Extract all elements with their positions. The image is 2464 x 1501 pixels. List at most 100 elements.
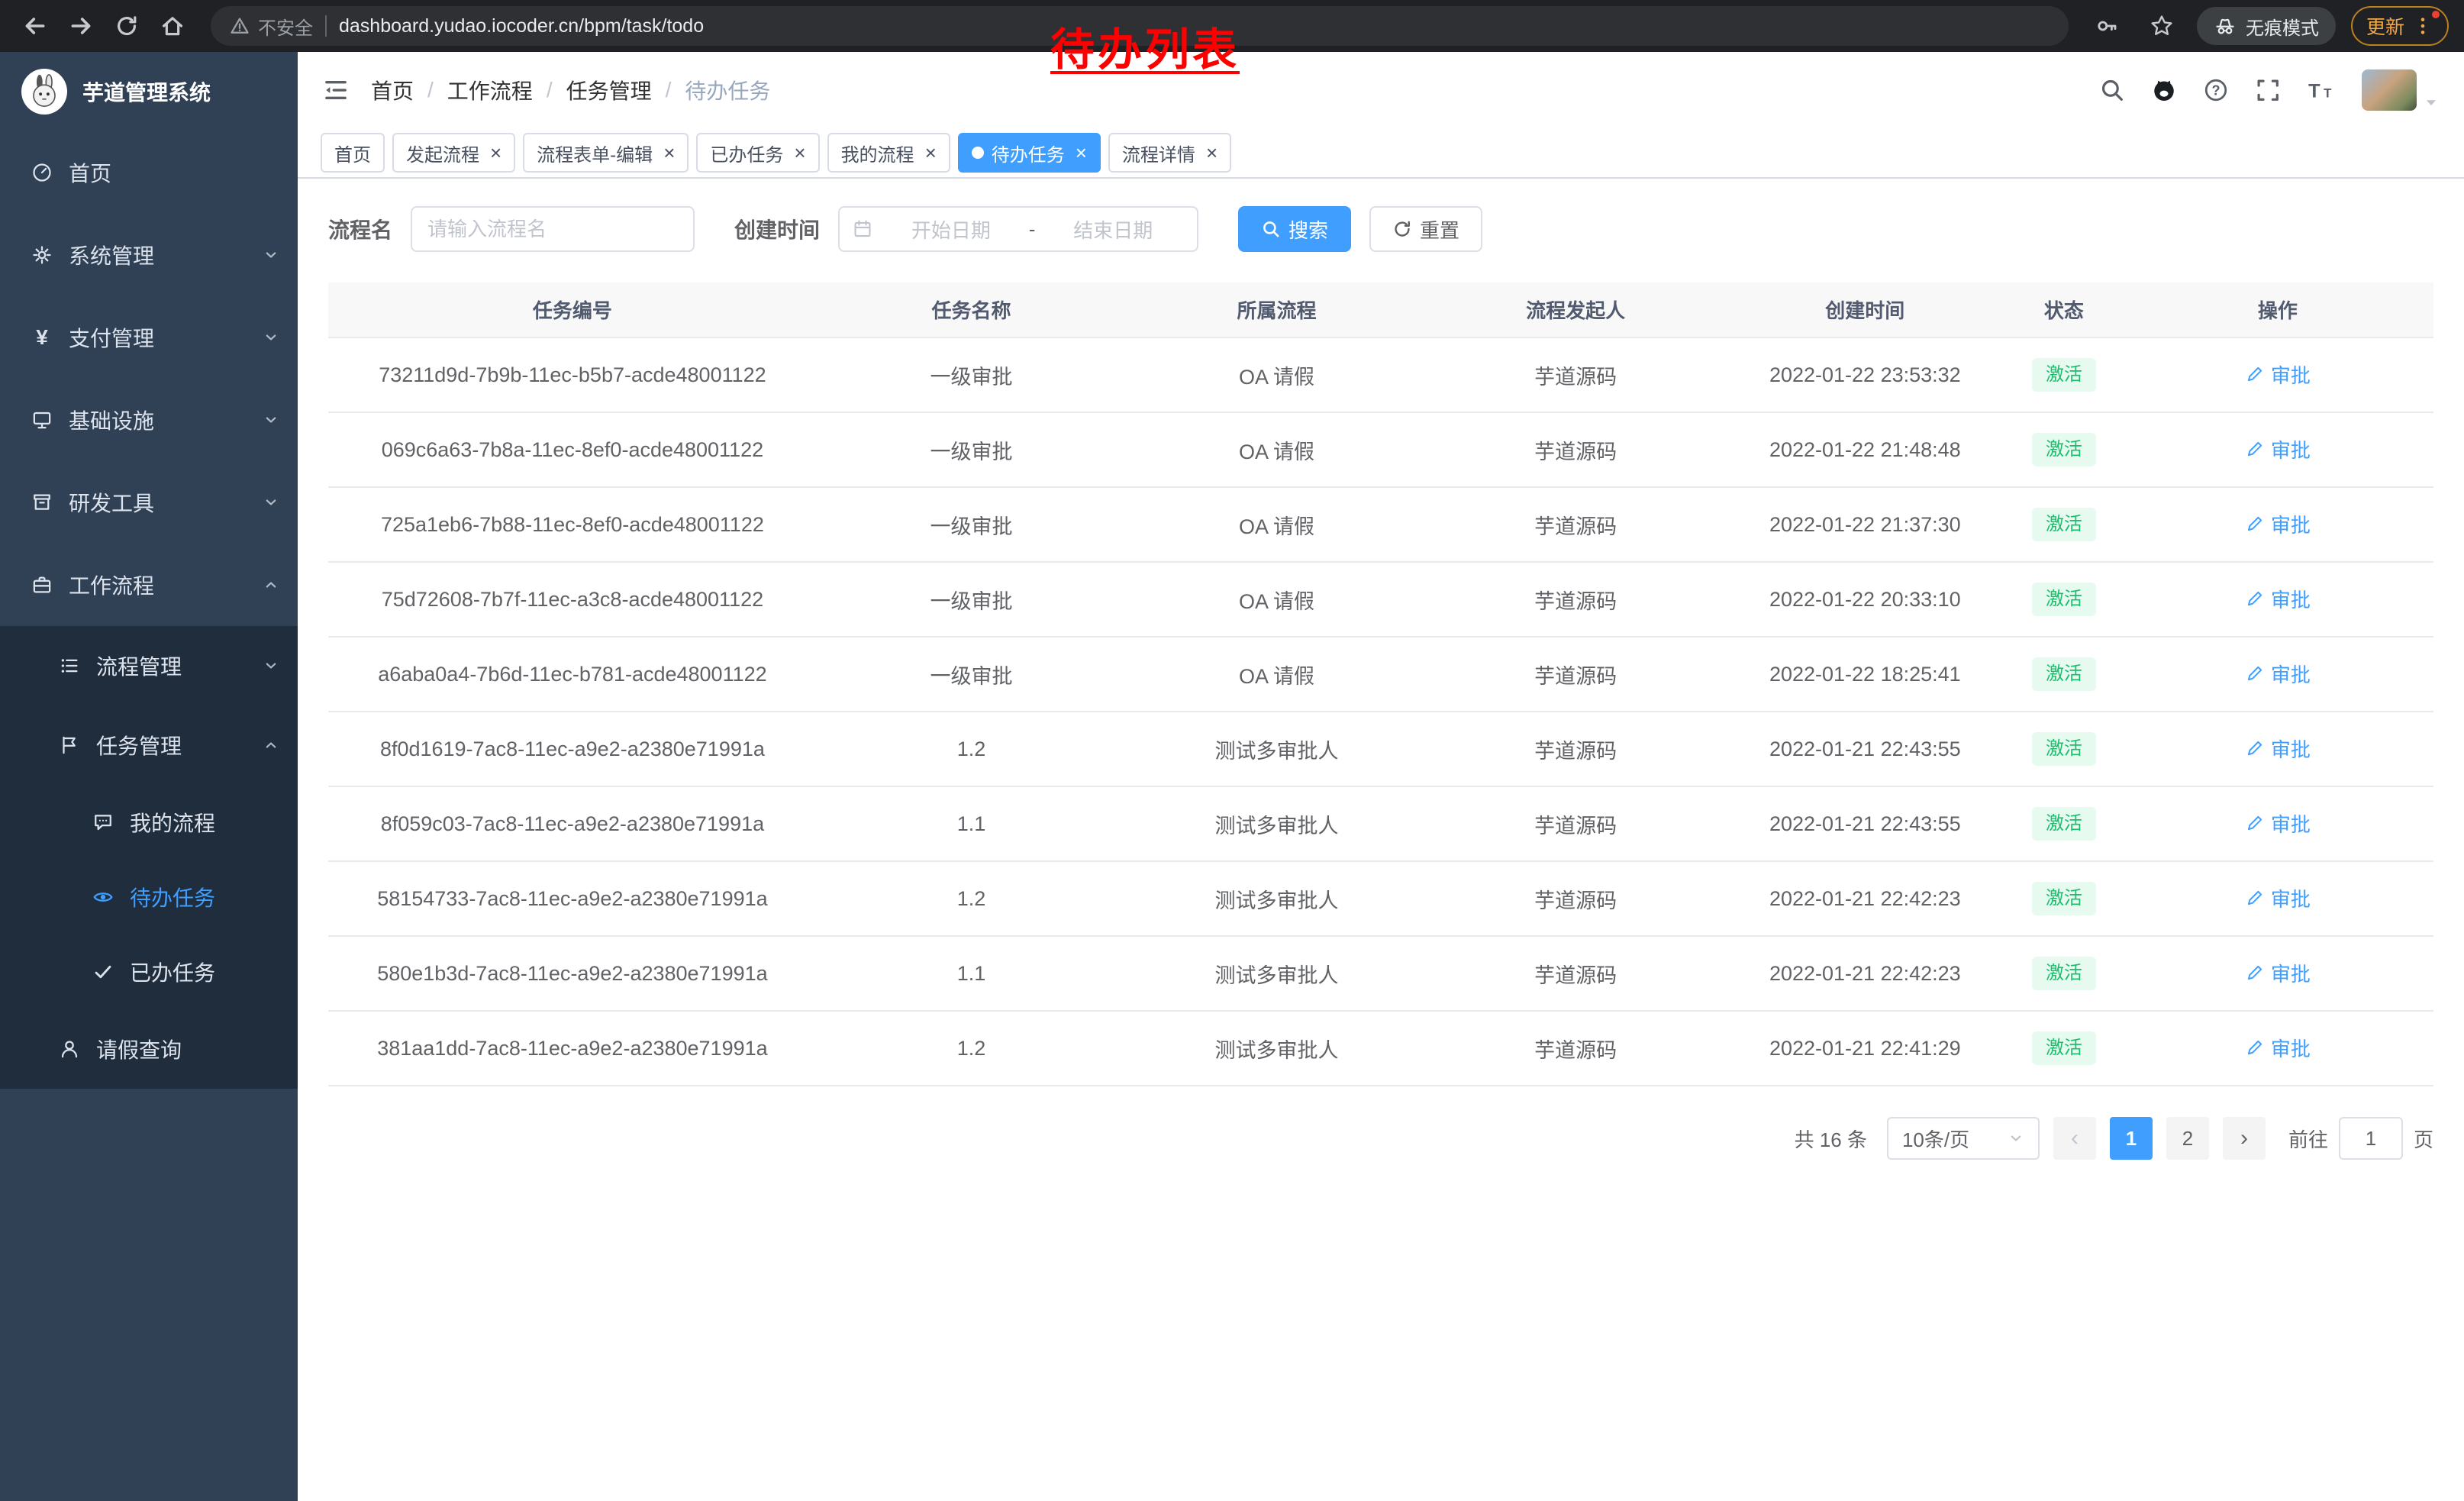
- approve-link[interactable]: 审批: [2245, 360, 2311, 389]
- tab-label: 首页: [334, 140, 371, 166]
- sidebar-item-label: 研发工具: [69, 487, 247, 518]
- approve-link[interactable]: 审批: [2245, 734, 2311, 763]
- approve-link[interactable]: 审批: [2245, 809, 2311, 838]
- search-button[interactable]: 搜索: [1238, 206, 1351, 252]
- home-button[interactable]: [153, 6, 192, 46]
- next-page-button[interactable]: ›: [2223, 1117, 2266, 1160]
- breadcrumb-separator: /: [666, 78, 672, 102]
- close-icon[interactable]: ×: [1206, 143, 1217, 163]
- create-time-label: 创建时间: [734, 214, 820, 244]
- header-search-button[interactable]: [2099, 77, 2125, 103]
- fullscreen-button[interactable]: [2255, 77, 2281, 103]
- fullscreen-icon: [2255, 77, 2281, 103]
- github-button[interactable]: [2151, 77, 2177, 103]
- approve-link[interactable]: 审批: [2245, 585, 2311, 613]
- cell-status: 激活: [2006, 861, 2122, 936]
- sidebar-item-pay[interactable]: ¥ 支付管理: [0, 296, 298, 379]
- table-header-row: 任务编号 任务名称 所属流程 流程发起人 创建时间 状态 操作: [328, 282, 2433, 337]
- edit-icon: [2245, 589, 2265, 608]
- date-range-picker[interactable]: 开始日期 - 结束日期: [838, 206, 1198, 252]
- password-key-button[interactable]: [2087, 6, 2127, 46]
- sidebar-item-label: 任务管理: [96, 730, 247, 760]
- sidebar-item-process-management[interactable]: 流程管理: [0, 626, 298, 705]
- process-name-input[interactable]: [411, 206, 695, 252]
- cell-task-id: 75d72608-7b7f-11ec-a3c8-acde48001122: [328, 562, 817, 637]
- sidebar-item-done-tasks[interactable]: 已办任务: [0, 934, 298, 1009]
- sidebar-menu: 首页 系统管理 ¥ 支付管理 基础设施: [0, 131, 298, 1089]
- reset-button[interactable]: 重置: [1369, 206, 1482, 252]
- chevron-up-icon: [263, 737, 279, 754]
- cell-initiator: 芋道源码: [1427, 637, 1724, 712]
- close-icon[interactable]: ×: [794, 143, 805, 163]
- sidebar-item-label: 首页: [69, 157, 279, 188]
- page-button-2[interactable]: 2: [2166, 1117, 2209, 1160]
- font-size-button[interactable]: TT: [2307, 77, 2336, 103]
- update-button[interactable]: 更新: [2351, 6, 2449, 46]
- status-badge: 激活: [2032, 583, 2096, 615]
- table-row: 58154733-7ac8-11ec-a9e2-a2380e71991a 1.2…: [328, 861, 2433, 936]
- sidebar-collapse-button[interactable]: [322, 76, 350, 104]
- update-label: 更新: [2366, 12, 2404, 40]
- security-indicator[interactable]: 不安全: [229, 13, 313, 40]
- pagination: 共 16 条 10条/页 ‹ 1 2 › 前往 页: [328, 1117, 2433, 1160]
- breadcrumb-home[interactable]: 首页: [371, 75, 414, 105]
- breadcrumb-task-management[interactable]: 任务管理: [566, 75, 652, 105]
- bookmark-star-button[interactable]: [2142, 6, 2182, 46]
- page-size-select[interactable]: 10条/页: [1887, 1117, 2040, 1160]
- forward-button[interactable]: [61, 6, 101, 46]
- cell-task-id: 580e1b3d-7ac8-11ec-a9e2-a2380e71991a: [328, 936, 817, 1011]
- sidebar-item-my-process[interactable]: 我的流程: [0, 785, 298, 860]
- breadcrumb-workflow[interactable]: 工作流程: [447, 75, 533, 105]
- tab-home[interactable]: 首页: [321, 133, 385, 173]
- approve-link[interactable]: 审批: [2245, 959, 2311, 987]
- close-icon[interactable]: ×: [490, 143, 502, 163]
- toolbar-right: 无痕模式 更新: [2087, 6, 2449, 46]
- sidebar-item-devtools[interactable]: 研发工具: [0, 461, 298, 544]
- sidebar-item-workflow[interactable]: 工作流程: [0, 544, 298, 626]
- approve-link[interactable]: 审批: [2245, 660, 2311, 688]
- cell-task-name: 一级审批: [817, 412, 1126, 487]
- help-button[interactable]: ?: [2203, 77, 2229, 103]
- sidebar-item-task-management[interactable]: 任务管理: [0, 705, 298, 785]
- cell-task-id: 069c6a63-7b8a-11ec-8ef0-acde48001122: [328, 412, 817, 487]
- tab-done-tasks[interactable]: 已办任务 ×: [696, 133, 819, 173]
- close-icon[interactable]: ×: [925, 143, 937, 163]
- cell-action: 审批: [2122, 487, 2433, 562]
- chevron-down-icon: [263, 247, 279, 263]
- user-menu[interactable]: [2362, 69, 2440, 111]
- reload-button[interactable]: [107, 6, 147, 46]
- tab-process-form-edit[interactable]: 流程表单-编辑 ×: [523, 133, 689, 173]
- tab-todo-tasks[interactable]: 待办任务 ×: [958, 133, 1101, 173]
- sidebar-item-leave-query[interactable]: 请假查询: [0, 1009, 298, 1089]
- close-icon[interactable]: ×: [663, 143, 675, 163]
- chevron-down-icon: [263, 412, 279, 428]
- approve-link[interactable]: 审批: [2245, 435, 2311, 463]
- status-badge: 激活: [2032, 1031, 2096, 1064]
- sidebar-item-system[interactable]: 系统管理: [0, 214, 298, 296]
- sidebar-item-todo-tasks[interactable]: 待办任务: [0, 860, 298, 934]
- sidebar-item-home[interactable]: 首页: [0, 131, 298, 214]
- approve-link[interactable]: 审批: [2245, 510, 2311, 538]
- approve-link[interactable]: 审批: [2245, 1034, 2311, 1062]
- process-management-icon: [58, 654, 81, 677]
- goto-page-input[interactable]: [2339, 1117, 2403, 1160]
- page-button-1[interactable]: 1: [2110, 1117, 2153, 1160]
- goto-label: 前往: [2288, 1125, 2328, 1153]
- tab-my-process[interactable]: 我的流程 ×: [827, 133, 950, 173]
- back-button[interactable]: [15, 6, 55, 46]
- cell-status: 激活: [2006, 1011, 2122, 1086]
- approve-link[interactable]: 审批: [2245, 884, 2311, 912]
- cell-task-id: 73211d9d-7b9b-11ec-b5b7-acde48001122: [328, 337, 817, 412]
- search-icon: [2099, 77, 2125, 103]
- avatar[interactable]: [2362, 69, 2417, 111]
- tab-start-process[interactable]: 发起流程 ×: [392, 133, 515, 173]
- cell-action: 审批: [2122, 861, 2433, 936]
- cell-status: 激活: [2006, 936, 2122, 1011]
- notification-dot: [2432, 11, 2440, 18]
- prev-page-button[interactable]: ‹: [2053, 1117, 2096, 1160]
- close-icon[interactable]: ×: [1076, 143, 1087, 163]
- tab-process-detail[interactable]: 流程详情 ×: [1108, 133, 1231, 173]
- sidebar-item-label: 流程管理: [96, 650, 247, 681]
- cell-task-name: 1.2: [817, 712, 1126, 786]
- sidebar-item-infrastructure[interactable]: 基础设施: [0, 379, 298, 461]
